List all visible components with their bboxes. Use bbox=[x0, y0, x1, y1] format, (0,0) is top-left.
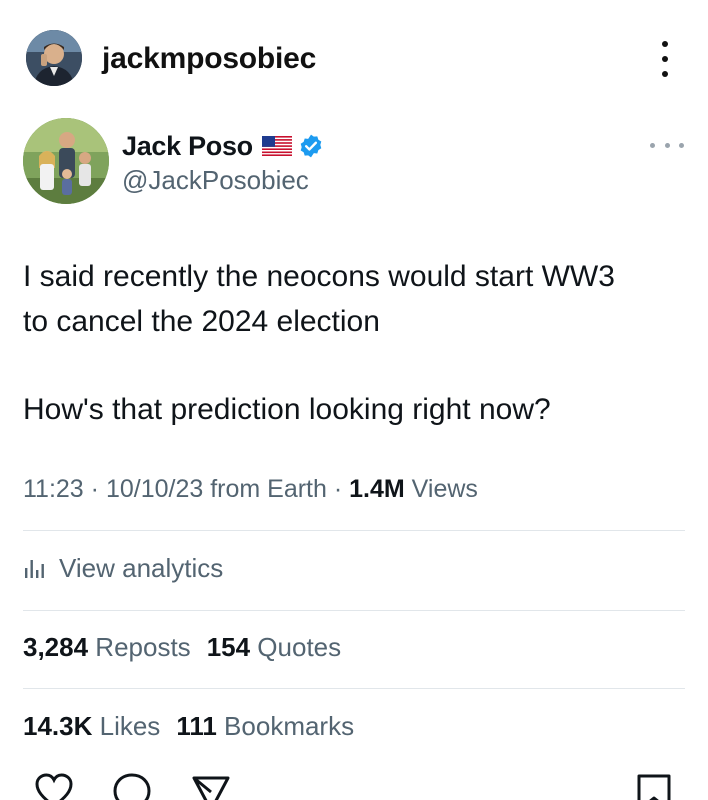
divider bbox=[23, 688, 685, 689]
quotes-count: 154 bbox=[206, 632, 251, 662]
likes-stat[interactable]: 14.3K Likes bbox=[23, 711, 160, 742]
vertical-ellipsis-icon[interactable] bbox=[650, 38, 680, 80]
horizontal-ellipsis-icon[interactable] bbox=[650, 138, 684, 152]
dot bbox=[662, 41, 668, 47]
likes-count: 14.3K bbox=[23, 711, 93, 741]
instagram-avatar[interactable] bbox=[26, 30, 82, 86]
us-flag-icon bbox=[261, 136, 292, 156]
tweet-text-line: I said recently the neocons would start … bbox=[23, 260, 615, 293]
tweet-text-line: How's that prediction looking right now? bbox=[23, 393, 551, 426]
divider bbox=[23, 610, 685, 611]
dot bbox=[662, 71, 668, 77]
instagram-header: jackmposobiec bbox=[0, 0, 708, 120]
analytics-icon bbox=[25, 560, 44, 578]
profile-photo-icon bbox=[26, 30, 82, 86]
reposts-label: Reposts bbox=[88, 632, 191, 662]
quotes-stat[interactable]: 154 Quotes bbox=[207, 632, 341, 663]
tweet-text: I said recently the neocons would start … bbox=[23, 254, 683, 432]
tweet-meta: 11:23 · 10/10/23 from Earth · 1.4M Views bbox=[23, 475, 478, 504]
heart-icon[interactable] bbox=[34, 772, 74, 800]
instagram-username[interactable]: jackmposobiec bbox=[102, 42, 316, 76]
tweet-source: from Earth bbox=[203, 475, 327, 503]
dot bbox=[662, 56, 668, 62]
verified-badge-icon bbox=[300, 134, 322, 158]
likes-label: Likes bbox=[92, 711, 161, 741]
tweet-author-handle[interactable]: @JackPosobiec bbox=[122, 165, 309, 196]
tweet-action-bar bbox=[0, 764, 708, 800]
separator: · bbox=[83, 475, 106, 503]
views-count: 1.4M bbox=[349, 475, 405, 503]
bookmarks-count: 111 bbox=[176, 711, 217, 741]
reposts-quotes-row: 3,284 Reposts 154 Quotes bbox=[23, 632, 357, 663]
tweet-date[interactable]: 10/10/23 bbox=[106, 475, 203, 503]
view-analytics-label: View analytics bbox=[59, 552, 224, 583]
tweet-author-avatar[interactable] bbox=[23, 118, 109, 204]
bookmarks-label: Bookmarks bbox=[216, 711, 355, 741]
tweet-author-name[interactable]: Jack Poso bbox=[122, 131, 253, 162]
bookmark-icon[interactable] bbox=[634, 772, 674, 800]
family-photo-icon bbox=[23, 118, 109, 204]
reply-icon[interactable] bbox=[112, 772, 152, 800]
dot bbox=[679, 142, 684, 148]
view-analytics-button[interactable]: View analytics bbox=[23, 550, 223, 586]
views-label: Views bbox=[404, 475, 478, 503]
dot bbox=[650, 142, 655, 148]
dot bbox=[664, 142, 670, 148]
likes-bookmarks-row: 14.3K Likes 111 Bookmarks bbox=[23, 711, 370, 742]
bookmarks-stat[interactable]: 111 Bookmarks bbox=[176, 711, 354, 742]
tweet-author-name-row: Jack Poso bbox=[122, 130, 324, 162]
divider bbox=[23, 530, 685, 531]
reposts-stat[interactable]: 3,284 Reposts bbox=[23, 632, 191, 663]
separator: · bbox=[326, 475, 350, 503]
share-icon[interactable] bbox=[191, 772, 231, 800]
tweet-time[interactable]: 11:23 bbox=[23, 475, 84, 503]
tweet-text-line: to cancel the 2024 election bbox=[23, 305, 380, 338]
quotes-label: Quotes bbox=[250, 632, 342, 662]
reposts-count: 3,284 bbox=[23, 632, 89, 662]
